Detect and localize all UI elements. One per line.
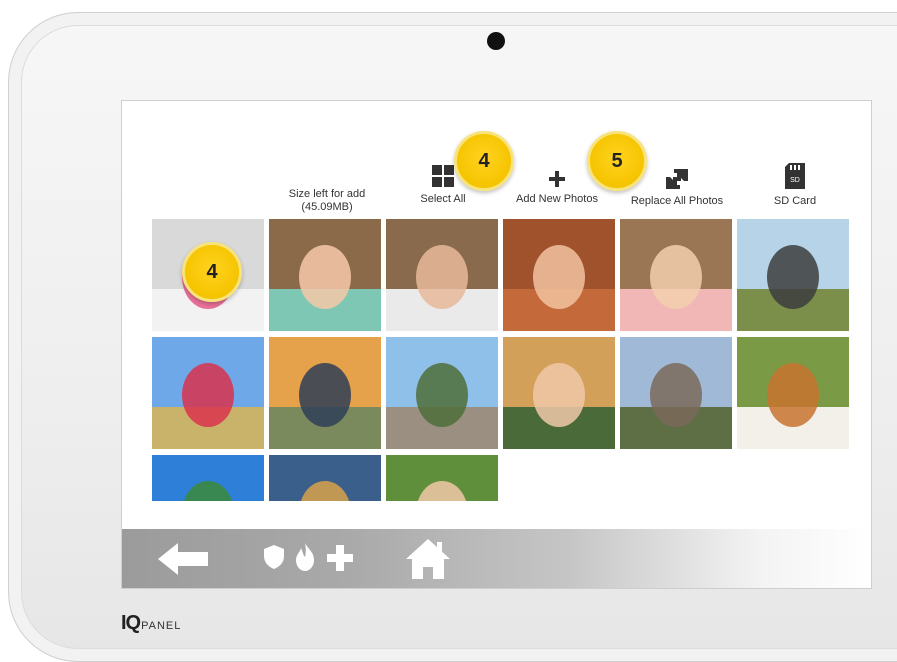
size-left-label: Size left for add (45.09MB) bbox=[288, 188, 366, 213]
fire-icon[interactable] bbox=[294, 543, 316, 571]
home-icon[interactable] bbox=[406, 539, 450, 579]
logo-panel-text: PANEL bbox=[141, 620, 182, 632]
photo-image bbox=[737, 337, 849, 449]
photo-thumbnail-boy-wood-background[interactable] bbox=[386, 219, 498, 331]
photo-image bbox=[269, 455, 381, 501]
front-camera bbox=[487, 32, 505, 50]
sd-card-icon: SD bbox=[785, 163, 805, 189]
sd-card-label: SD Card bbox=[773, 195, 817, 207]
medical-plus-icon[interactable] bbox=[327, 545, 353, 571]
photo-thumbnail-elderly-couple[interactable] bbox=[386, 455, 498, 501]
photo-thumbnail-girl-pink-bow[interactable] bbox=[269, 219, 381, 331]
logo-iq-text: IQ bbox=[121, 612, 141, 634]
back-arrow-icon[interactable] bbox=[158, 543, 208, 575]
svg-text:SD: SD bbox=[790, 177, 800, 184]
replace-icon bbox=[666, 169, 688, 189]
photo-thumbnail-palm-trees[interactable] bbox=[152, 455, 264, 501]
photo-frame-screen: Size left for add (45.09MB) Select All A… bbox=[121, 100, 872, 589]
photo-image bbox=[269, 219, 381, 331]
size-left-indicator: Size left for add (45.09MB) bbox=[282, 188, 372, 214]
grid-icon bbox=[432, 165, 454, 187]
sd-card-button[interactable]: SD SD Card bbox=[766, 163, 824, 208]
photo-thumbnail-girl-mountain-meadow[interactable] bbox=[152, 337, 264, 449]
add-new-callout-number: 5 bbox=[611, 149, 623, 172]
photo-image bbox=[386, 337, 498, 449]
photo-thumbnail-spaniel-dog[interactable] bbox=[737, 337, 849, 449]
photo-image bbox=[737, 219, 849, 331]
add-new-photos-label: Add New Photos bbox=[516, 193, 598, 205]
photo-image bbox=[152, 337, 264, 449]
photo-thumbnail-boy-girl-hug[interactable] bbox=[503, 337, 615, 449]
photo-callout-number: 4 bbox=[206, 260, 218, 283]
photo-thumbnail-valley-village[interactable] bbox=[620, 337, 732, 449]
shield-icon[interactable] bbox=[264, 545, 284, 569]
photo-image bbox=[503, 219, 615, 331]
photo-thumbnail-family-road-walk[interactable] bbox=[386, 337, 498, 449]
photo-image bbox=[620, 337, 732, 449]
photo-thumbnail-mountain-bikers[interactable] bbox=[737, 219, 849, 331]
photo-thumbnail-three-kids-autumn[interactable] bbox=[269, 337, 381, 449]
select-all-callout-badge: 4 bbox=[454, 131, 514, 191]
add-new-photos-button[interactable]: Add New Photos bbox=[512, 171, 602, 206]
photo-image bbox=[503, 337, 615, 449]
photo-thumbnail-girl-smiling-closeup[interactable] bbox=[503, 219, 615, 331]
add-new-callout-badge: 5 bbox=[587, 131, 647, 191]
photo-image bbox=[620, 219, 732, 331]
photo-image bbox=[152, 455, 264, 501]
replace-all-photos-label: Replace All Photos bbox=[630, 195, 724, 207]
photo-image bbox=[269, 337, 381, 449]
photo-image bbox=[386, 219, 498, 331]
select-all-callout-number: 4 bbox=[478, 149, 490, 172]
photo-thumbnail-blonde-girl-closeup[interactable] bbox=[620, 219, 732, 331]
select-all-label: Select All bbox=[420, 193, 466, 205]
iq-panel-logo: IQ PANEL bbox=[121, 612, 181, 635]
photo-image bbox=[386, 455, 498, 501]
plus-icon bbox=[549, 171, 565, 187]
photo-thumbnail-mountain-lake[interactable] bbox=[269, 455, 381, 501]
photo-callout-badge: 4 bbox=[182, 242, 242, 302]
bottom-navigation-bar bbox=[122, 529, 871, 588]
